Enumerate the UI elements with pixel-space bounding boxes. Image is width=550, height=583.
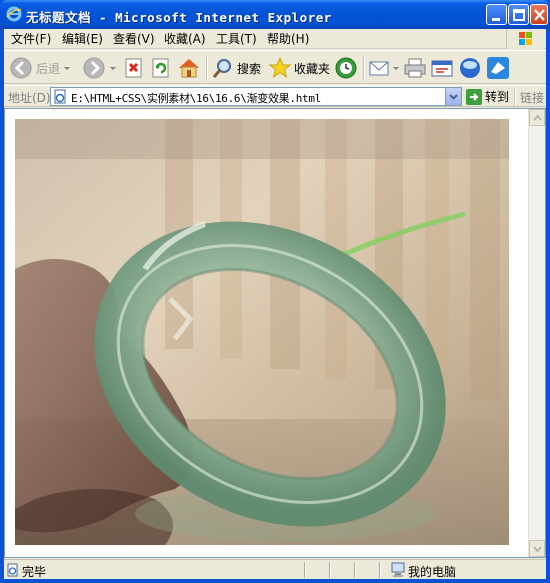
discuss-button[interactable] xyxy=(486,54,510,82)
forward-dropdown-icon[interactable] xyxy=(110,66,116,70)
client-area: 文件(F) 编辑(E) 查看(V) 收藏(A) 工具(T) 帮助(H) 后退 搜… xyxy=(4,29,546,579)
toolbar-separator xyxy=(363,55,365,81)
address-bar: 地址(D) E:\HTML+CSS\实例素材\16\16.6\渐变效果.html… xyxy=(4,85,546,107)
minimize-button[interactable] xyxy=(486,4,507,25)
search-button[interactable]: 搜索 xyxy=(212,54,261,82)
vertical-scrollbar[interactable] xyxy=(528,109,545,557)
menu-favorites[interactable]: 收藏(A) xyxy=(164,31,206,47)
history-button[interactable] xyxy=(334,54,358,82)
ie-logo-icon xyxy=(6,6,22,22)
home-icon xyxy=(179,59,199,78)
close-icon xyxy=(534,9,545,21)
search-icon xyxy=(212,59,231,78)
page-content xyxy=(4,108,546,558)
edit-page-icon xyxy=(431,60,453,77)
menu-bar: 文件(F) 编辑(E) 查看(V) 收藏(A) 工具(T) 帮助(H) xyxy=(4,29,546,49)
back-arrow-icon xyxy=(10,57,32,79)
home-button[interactable] xyxy=(177,54,201,82)
status-divider xyxy=(304,562,306,578)
refresh-icon xyxy=(152,58,169,78)
status-bar: 完毕 我的电脑 xyxy=(4,559,546,579)
toolbar-separator xyxy=(206,55,208,81)
close-button[interactable] xyxy=(530,4,548,25)
stop-icon xyxy=(125,58,142,78)
ie-window: 无标题文档 - Microsoft Internet Explorer 文件(F… xyxy=(0,0,550,583)
page-status-icon xyxy=(7,563,18,577)
search-label: 搜索 xyxy=(237,61,262,76)
menu-edit[interactable]: 编辑(E) xyxy=(62,31,103,47)
edit-button[interactable] xyxy=(430,54,454,82)
status-divider xyxy=(329,562,331,578)
arrow-down-icon xyxy=(533,546,542,553)
refresh-button[interactable] xyxy=(150,54,172,82)
messenger-button[interactable] xyxy=(458,54,482,82)
back-label: 后退 xyxy=(36,61,61,76)
forward-arrow-icon xyxy=(83,57,105,79)
maximize-button[interactable] xyxy=(508,4,529,25)
security-zone: 我的电脑 xyxy=(408,565,457,579)
favorites-label: 收藏夹 xyxy=(294,61,331,76)
status-text: 完毕 xyxy=(22,565,47,579)
minimize-icon xyxy=(492,18,500,21)
status-divider xyxy=(379,562,381,578)
back-dropdown-icon[interactable] xyxy=(64,66,71,70)
toolbar: 后退 搜索 收藏夹 xyxy=(4,50,546,84)
menu-tools[interactable]: 工具(T) xyxy=(216,31,257,47)
arrow-up-icon xyxy=(533,114,542,121)
history-icon xyxy=(335,57,357,79)
windows-logo-icon xyxy=(506,29,544,49)
jade-bracelet-image xyxy=(15,119,509,545)
stop-button[interactable] xyxy=(123,54,145,82)
window-title: 无标题文档 - Microsoft Internet Explorer xyxy=(26,10,332,25)
links-separator xyxy=(514,88,516,106)
address-input[interactable]: E:\HTML+CSS\实例素材\16\16.6\渐变效果.html xyxy=(50,87,462,106)
chevron-down-icon xyxy=(449,94,458,100)
menu-view[interactable]: 查看(V) xyxy=(113,31,155,47)
address-dropdown-button[interactable] xyxy=(445,88,461,105)
mail-dropdown-icon[interactable] xyxy=(393,66,399,70)
computer-icon xyxy=(391,562,405,577)
status-divider xyxy=(354,562,356,578)
go-button[interactable]: 转到 xyxy=(466,87,509,106)
go-label: 转到 xyxy=(485,90,510,104)
links-button[interactable]: 链接 xyxy=(520,89,544,106)
menu-help[interactable]: 帮助(H) xyxy=(267,31,309,47)
star-icon xyxy=(269,57,291,79)
print-button[interactable] xyxy=(403,54,427,82)
title-bar[interactable]: 无标题文档 - Microsoft Internet Explorer xyxy=(0,0,550,29)
favorites-button[interactable]: 收藏夹 xyxy=(269,54,330,82)
mail-icon xyxy=(369,61,389,76)
maximize-icon xyxy=(513,9,525,21)
messenger-icon xyxy=(460,58,480,78)
address-url: E:\HTML+CSS\实例素材\16\16.6\渐变效果.html xyxy=(71,92,321,105)
go-arrow-icon xyxy=(466,88,482,105)
page-icon xyxy=(54,89,66,104)
scroll-down-button[interactable] xyxy=(529,540,545,557)
printer-icon xyxy=(404,58,426,78)
back-button[interactable]: 后退 xyxy=(9,54,71,82)
mail-button[interactable] xyxy=(368,54,399,82)
menu-file[interactable]: 文件(F) xyxy=(11,31,51,47)
scroll-up-button[interactable] xyxy=(529,109,545,126)
address-label: 地址(D) xyxy=(8,91,51,105)
forward-button[interactable] xyxy=(82,54,116,82)
discuss-icon xyxy=(487,57,509,79)
